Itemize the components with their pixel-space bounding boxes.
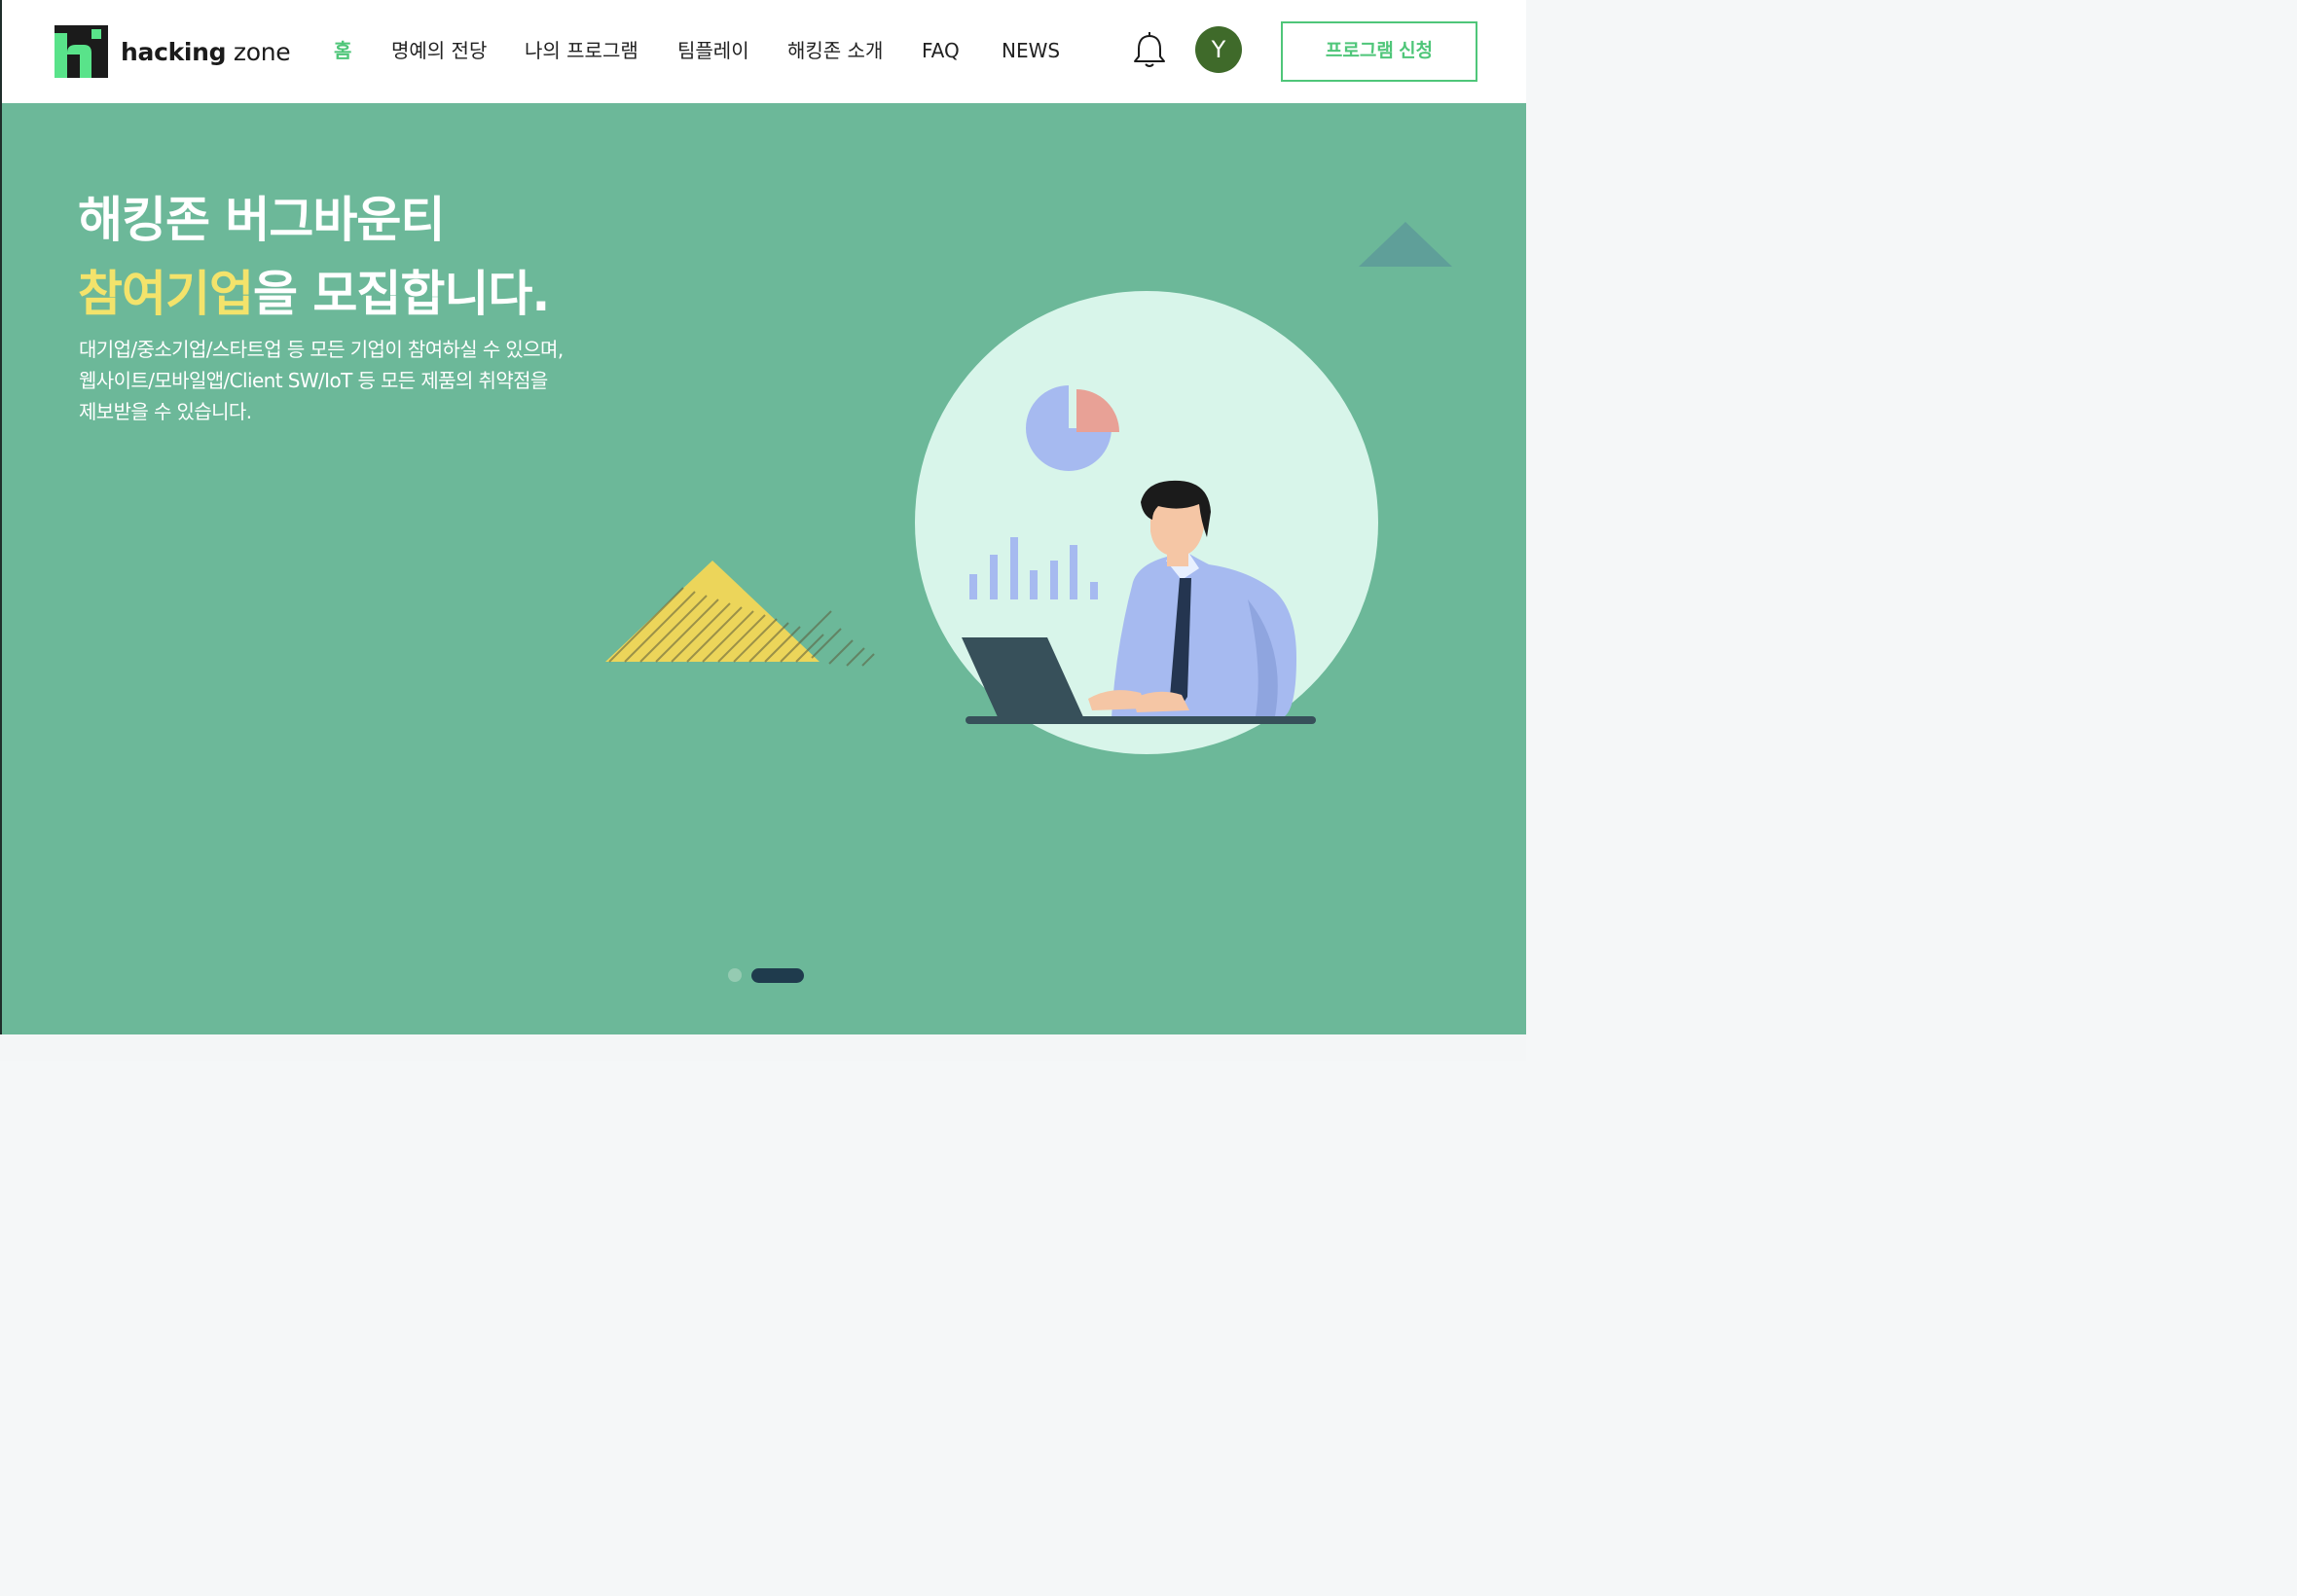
- hero-title-highlight: 참여기업: [78, 266, 254, 322]
- user-avatar[interactable]: Y: [1195, 26, 1242, 73]
- nav-item-home[interactable]: 홈: [334, 35, 351, 66]
- hero-banner: 해킹존 버그바운티 참여기업을 모집합니다. 대기업/중소기업/스타트업 등 모…: [0, 103, 1526, 1034]
- hero-title-line1: 해킹존 버그바운티: [78, 192, 445, 248]
- nav-item-faq[interactable]: FAQ: [922, 35, 960, 66]
- page-bottom-strip: [0, 1034, 1526, 1061]
- person-at-laptop: [962, 480, 1316, 724]
- decor-triangle-teal: [1359, 222, 1452, 267]
- nav-item-hall-of-fame[interactable]: 명예의 전당: [391, 35, 487, 66]
- site-header: hacking zone 홈 명예의 전당 나의 프로그램 팀플레이 해킹존 소…: [0, 0, 1526, 103]
- nav-item-my-programs[interactable]: 나의 프로그램: [525, 35, 638, 66]
- nav-item-news[interactable]: NEWS: [1002, 35, 1060, 66]
- decor-striped-triangle: [605, 561, 875, 667]
- hero-description-line: 웹사이트/모바일앱/Client SW/IoT 등 모든 제품의 취약점을: [79, 369, 548, 392]
- hero-title-line2: 참여기업을 모집합니다.: [78, 257, 550, 331]
- carousel-dot-1[interactable]: [728, 968, 742, 982]
- decor-circle: [915, 291, 1378, 754]
- hero-description-line: 대기업/중소기업/스타트업 등 모든 기업이 참여하실 수 있으며,: [79, 338, 564, 361]
- logo-mark-icon: [55, 25, 108, 78]
- bar-chart-icon: [969, 537, 1098, 599]
- logo[interactable]: hacking zone: [55, 25, 291, 78]
- pie-chart-icon: [1026, 385, 1119, 471]
- hero-description-line: 제보받을 수 있습니다.: [79, 400, 252, 423]
- logo-text-light: zone: [226, 37, 291, 66]
- carousel-indicators: [728, 967, 804, 983]
- hero-title-rest: 을 모집합니다.: [253, 266, 550, 322]
- logo-text-bold: hacking: [121, 37, 227, 66]
- hero-description: 대기업/중소기업/스타트업 등 모든 기업이 참여하실 수 있으며, 웹사이트/…: [79, 334, 564, 427]
- logo-text: hacking zone: [121, 37, 291, 66]
- apply-program-button[interactable]: 프로그램 신청: [1281, 21, 1477, 82]
- nav-item-about[interactable]: 해킹존 소개: [787, 35, 883, 66]
- bell-icon[interactable]: [1131, 30, 1168, 69]
- hero-title: 해킹존 버그바운티 참여기업을 모집합니다.: [78, 183, 550, 331]
- nav-item-teamplay[interactable]: 팀플레이: [677, 35, 749, 66]
- carousel-dot-2[interactable]: [751, 967, 804, 983]
